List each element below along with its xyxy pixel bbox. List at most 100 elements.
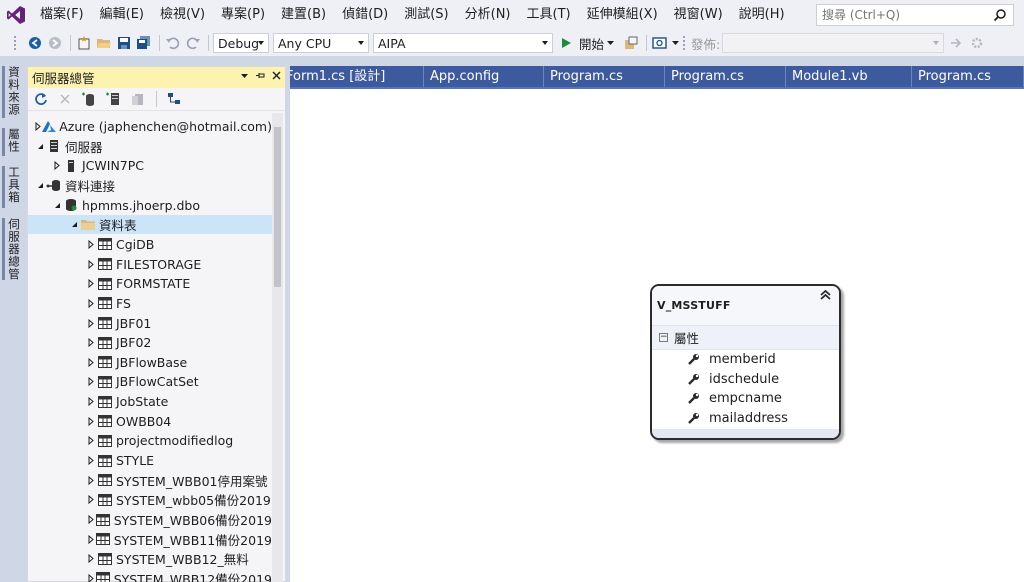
tree-node[interactable]: JobState <box>28 392 272 411</box>
menu-item[interactable]: 建置(B) <box>273 0 334 30</box>
connect-azure-icon[interactable] <box>128 90 146 108</box>
document-tab[interactable]: Program.cs <box>912 66 1024 87</box>
tree-node[interactable]: 資料表 <box>28 215 272 235</box>
tree-node[interactable]: FORMSTATE <box>28 274 272 293</box>
close-icon[interactable] <box>272 70 281 83</box>
publish-settings-icon[interactable] <box>968 34 986 52</box>
tree-node[interactable]: SYSTEM_WBB01停用案號 <box>28 471 272 490</box>
menu-item[interactable]: 工具(T) <box>519 0 579 30</box>
menu-item[interactable]: 延伸模組(X) <box>579 0 666 30</box>
entity-property-row[interactable]: mailaddress <box>652 409 839 429</box>
tree-node[interactable]: SYSTEM_wbb05備份2019 <box>28 490 272 509</box>
tree-node[interactable]: JBFlowBase <box>28 353 272 372</box>
collapsed-triangle-icon[interactable] <box>34 117 42 136</box>
collapsed-triangle-icon[interactable] <box>85 353 97 372</box>
collapsed-triangle-icon[interactable] <box>85 569 96 582</box>
screenshot-icon[interactable] <box>651 34 669 52</box>
menu-item[interactable]: 說明(H) <box>731 0 793 30</box>
collapsed-triangle-icon[interactable] <box>85 549 97 568</box>
tree-node[interactable]: JCWIN7PC <box>28 156 272 175</box>
designer-canvas[interactable]: V_MSSTUFF − 屬性 memberid idschedule empcnam… <box>290 89 1024 582</box>
startup-project-combo[interactable]: AIPA <box>373 33 553 53</box>
collapsed-triangle-icon[interactable] <box>85 510 96 529</box>
tree-node[interactable]: FILESTORAGE <box>28 255 272 274</box>
publish-profile-combo[interactable] <box>722 33 945 53</box>
entity-header[interactable]: V_MSSTUFF <box>652 286 839 326</box>
menu-item[interactable]: 專案(P) <box>213 0 273 30</box>
start-play-icon[interactable] <box>557 34 575 52</box>
solution-platform-combo[interactable]: Any CPU <box>273 33 369 53</box>
search-box[interactable] <box>816 4 1014 26</box>
forward-icon[interactable] <box>46 34 64 52</box>
document-tab[interactable]: Program.cs <box>544 66 665 87</box>
collapse-chevron-icon[interactable] <box>819 289 832 305</box>
pin-icon[interactable] <box>255 70 266 83</box>
tree-node[interactable]: JBF01 <box>28 314 272 333</box>
refresh-icon[interactable] <box>32 90 50 108</box>
connect-server-icon[interactable] <box>104 90 122 108</box>
document-tab[interactable]: App.config <box>424 66 544 87</box>
chevron-down-icon[interactable] <box>671 34 679 52</box>
document-tab[interactable]: Module1.vb <box>786 66 912 87</box>
tree-node[interactable]: CgiDB <box>28 235 272 254</box>
collapsed-triangle-icon[interactable] <box>85 392 97 411</box>
tree-node[interactable]: SYSTEM_WBB12_無料 <box>28 549 272 568</box>
tree-node[interactable]: hpmms.jhoerp.dbo <box>28 196 272 215</box>
tree-node[interactable]: 伺服器 <box>28 137 272 156</box>
collapsed-triangle-icon[interactable] <box>85 471 97 490</box>
tree-node[interactable]: OWBB04 <box>28 412 272 431</box>
vertical-scrollbar[interactable] <box>272 113 283 582</box>
tree-node[interactable]: 資料連接 <box>28 176 272 195</box>
collapsed-triangle-icon[interactable] <box>85 235 97 254</box>
tree-node[interactable]: projectmodifiedlog <box>28 431 272 450</box>
collapsed-triangle-icon[interactable] <box>85 274 97 293</box>
tree-node[interactable]: STYLE <box>28 451 272 470</box>
connect-database-icon[interactable] <box>80 90 98 108</box>
open-folder-icon[interactable] <box>95 34 113 52</box>
collapsed-triangle-icon[interactable] <box>85 333 97 352</box>
back-icon[interactable] <box>26 34 44 52</box>
collapsed-triangle-icon[interactable] <box>85 431 97 450</box>
collapsed-triangle-icon[interactable] <box>85 255 97 274</box>
menu-item[interactable]: 視窗(W) <box>666 0 731 30</box>
chevron-down-icon[interactable] <box>606 34 614 52</box>
save-all-icon[interactable] <box>135 34 153 52</box>
new-project-icon[interactable] <box>75 34 93 52</box>
tree-node[interactable]: Azure (japhenchen@hotmail.com) <box>28 117 272 136</box>
tree-node[interactable]: SYSTEM_WBB06備份2019 <box>28 510 272 529</box>
menu-item[interactable]: 測試(S) <box>396 0 456 30</box>
find-in-files-icon[interactable] <box>622 34 640 52</box>
entity-property-row[interactable]: memberid <box>652 350 839 370</box>
collapsed-triangle-icon[interactable] <box>85 294 97 313</box>
tab-properties[interactable]: 屬性 <box>6 128 22 153</box>
class-diagram-icon[interactable] <box>165 90 183 108</box>
undo-icon[interactable] <box>164 34 182 52</box>
collapsed-triangle-icon[interactable] <box>85 372 97 391</box>
tree-node[interactable]: SYSTEM_WBB12備份2019 <box>28 569 272 582</box>
menu-item[interactable]: 檢視(V) <box>152 0 213 30</box>
collapsed-triangle-icon[interactable] <box>85 314 97 333</box>
visual-studio-logo-icon[interactable] <box>0 0 32 30</box>
document-tab[interactable]: Program.cs <box>665 66 786 87</box>
collapsed-triangle-icon[interactable] <box>85 530 96 549</box>
tab-server-explorer[interactable]: 伺服器總管 <box>6 218 22 281</box>
panel-menu-icon[interactable] <box>240 70 249 83</box>
tree-node[interactable]: JBF02 <box>28 333 272 352</box>
stop-icon[interactable] <box>56 90 74 108</box>
tab-data-sources[interactable]: 資料來源 <box>6 66 22 116</box>
expanded-triangle-icon[interactable] <box>68 215 80 234</box>
expanded-triangle-icon[interactable] <box>34 176 46 195</box>
entity-property-row[interactable]: idschedule <box>652 370 839 390</box>
search-input[interactable] <box>822 8 992 22</box>
menu-item[interactable]: 編輯(E) <box>92 0 152 30</box>
scrollbar-thumb[interactable] <box>274 127 281 287</box>
collapsed-triangle-icon[interactable] <box>85 451 97 470</box>
tree-node[interactable]: FS <box>28 294 272 313</box>
tree-node[interactable]: JBFlowCatSet <box>28 372 272 391</box>
tab-toolbox[interactable]: 工具箱 <box>6 166 22 204</box>
entity-property-row[interactable]: empcname <box>652 389 839 409</box>
collapse-minus-icon[interactable]: − <box>659 333 668 342</box>
properties-section-header[interactable]: − 屬性 <box>652 326 839 350</box>
entity-shape[interactable]: V_MSSTUFF − 屬性 memberid idschedule empcnam… <box>650 284 841 440</box>
tree-node[interactable]: SYSTEM_WBB11備份2019 <box>28 530 272 549</box>
